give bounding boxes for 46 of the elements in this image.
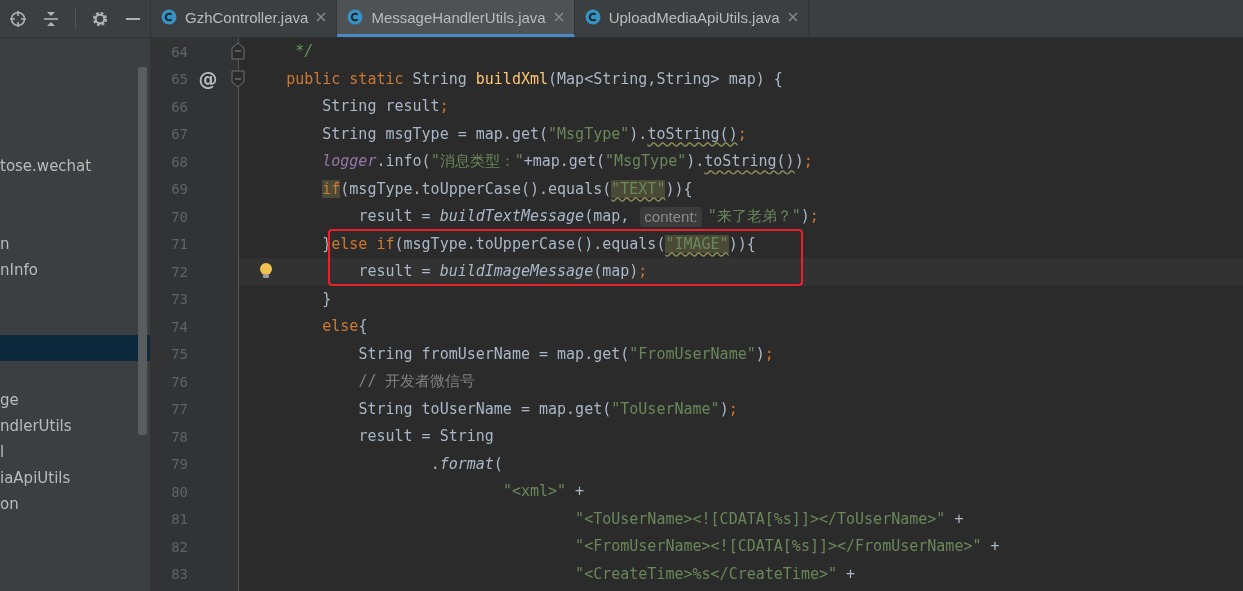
settings-icon[interactable] — [91, 9, 109, 28]
file-tab[interactable]: UploadMediaApiUtils.java — [574, 0, 809, 37]
code-line: logger.info("消息类型："+map.get("MsgType").toString()); — [322, 151, 813, 172]
tree-item[interactable]: ndlerUtils — [0, 413, 150, 439]
file-tab[interactable]: MessageHandlerUtils.java — [337, 0, 575, 37]
fold-marker-icon[interactable] — [231, 69, 245, 88]
code-line: } — [322, 288, 332, 310]
code-line: "<CreateTime>%s</CreateTime>" + — [575, 563, 856, 585]
class-file-icon — [584, 9, 601, 25]
code-line: "来了老弟？"); — [707, 206, 819, 227]
close-icon[interactable] — [316, 12, 327, 22]
code-line: */ — [295, 41, 314, 62]
tree-item[interactable]: n — [0, 231, 150, 257]
scrollbar-thumb[interactable] — [138, 67, 147, 435]
lightbulb-icon[interactable] — [259, 262, 273, 280]
code-line: else{ — [322, 316, 368, 337]
tree-item[interactable]: iaApiUtils — [0, 465, 150, 491]
parameter-hint: content: — [640, 206, 702, 227]
code-line: public static String buildXml(Map<String,String> map) { — [286, 68, 783, 90]
code-line: "<FromUserName><![CDATA[%s]]></FromUserName>" + — [575, 536, 1000, 557]
tree-item[interactable]: ge — [0, 387, 150, 413]
code-line: String msgType = map.get("MsgType").toString(); — [322, 123, 747, 145]
tree-item[interactable]: nInfo — [0, 257, 150, 283]
code-line: // 开发者微信号 — [358, 371, 476, 392]
code-line: "<ToUserName><![CDATA[%s]]></ToUserName>" + — [575, 508, 964, 530]
close-icon[interactable] — [787, 12, 798, 22]
fold-marker-icon[interactable] — [231, 42, 245, 60]
locate-icon[interactable] — [9, 9, 27, 28]
code-line: String toUserName = map.get("ToUserName"); — [358, 398, 738, 420]
class-file-icon — [347, 9, 364, 25]
override-marker[interactable]: @ — [198, 68, 218, 91]
code-line: result = buildImageMessage(map); — [358, 261, 648, 282]
selected-tree-row[interactable] — [0, 335, 150, 361]
code-line: String fromUserName = map.get("FromUserName"); — [358, 343, 774, 365]
tree-item[interactable]: on — [0, 491, 150, 517]
code-line: if(msgType.toUpperCase().equals("TEXT")){ — [322, 178, 693, 200]
code-line: result = String — [358, 426, 494, 447]
class-file-icon — [161, 9, 177, 25]
collapse-all-icon[interactable] — [42, 9, 60, 28]
code-line: "<xml>" + — [502, 481, 585, 502]
code-line: .format( — [430, 453, 503, 475]
close-icon[interactable] — [553, 12, 564, 22]
code-line: result = buildTextMessage(map, — [358, 206, 631, 227]
tree-item[interactable]: tose.wechat — [0, 153, 150, 179]
code-line: String result; — [322, 96, 449, 117]
tree-item[interactable]: l — [0, 439, 150, 465]
